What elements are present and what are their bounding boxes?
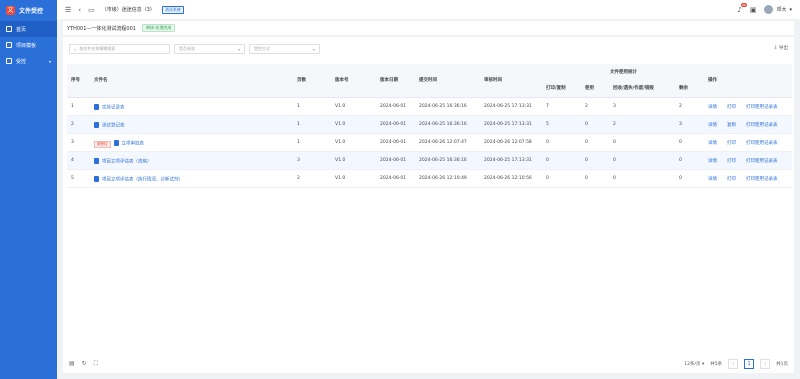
- notice-count: 99: [741, 2, 747, 7]
- detail-link[interactable]: 详情: [708, 158, 717, 164]
- status-badge: 审核-处理完成: [141, 24, 176, 32]
- sidebar-item-label: 项目模板: [16, 42, 37, 49]
- brand: 文 文件受控: [0, 0, 57, 21]
- col-seq: 序号: [71, 78, 80, 83]
- control-mode-select[interactable]: 受控方式 ▾: [249, 44, 320, 54]
- total-count: 共5条: [710, 362, 723, 367]
- file-table: 序号 文件名 页数 版本号 版本日期 提交时间 审核时间 文件使用统计 打印/复…: [67, 64, 792, 188]
- file-link[interactable]: 测试登记表: [94, 122, 125, 129]
- sidebar-item-label: 首页: [16, 26, 27, 33]
- col-review: 审核时间: [484, 78, 502, 83]
- document-icon: [113, 140, 119, 146]
- sidebar: 文 文件受控 首页 项目模板 受控 ▾: [0, 0, 57, 379]
- print-link[interactable]: 打印: [727, 104, 736, 110]
- col-print: 打印/复制: [546, 86, 566, 91]
- page-size-select[interactable]: 12条/页 ▾: [684, 361, 704, 367]
- table-footer: ▤ ↻ ⛶ 12条/页 ▾ 共5条 ‹ 1 › 共1页: [63, 355, 794, 373]
- menu-toggle-icon[interactable]: ☰: [65, 6, 71, 14]
- back-icon[interactable]: ‹: [78, 6, 81, 14]
- topbar: ☰ ‹ ▭ （市级）迷迷信息（3） 测试系统 ♪ 99 ▣ 邓大 ▾: [57, 0, 800, 19]
- user-name: 邓大: [776, 7, 787, 13]
- copy-link[interactable]: 复制: [727, 122, 736, 128]
- pagination: 12条/页 ▾ 共5条 ‹ 1 › 共1页: [684, 359, 788, 369]
- current-page-button[interactable]: 1: [744, 359, 755, 369]
- print-record-link[interactable]: 打印使用记录表: [746, 140, 778, 146]
- user-menu[interactable]: 邓大 ▾: [764, 5, 792, 14]
- col-date: 版本日期: [380, 78, 398, 83]
- print-record-link[interactable]: 打印使用记录表: [746, 176, 778, 182]
- sidebar-item-controlled[interactable]: 受控 ▾: [0, 53, 57, 69]
- print-record-link[interactable]: 打印使用记录表: [746, 104, 778, 110]
- sidebar-item-home[interactable]: 首页: [0, 21, 57, 37]
- file-link[interactable]: 实验记录表: [94, 104, 125, 111]
- app-logo: 文: [6, 6, 15, 15]
- home-icon: [6, 26, 12, 32]
- document-icon: [94, 176, 99, 182]
- col-submit: 提交时间: [419, 78, 437, 83]
- main-card: ⌕ 按文件名称模糊搜索 是否有效 ▾ 受控方式 ▾ ⇩ 导出 序号 文件名 页数 版本…: [63, 37, 794, 373]
- col-remain: 剩余: [679, 86, 688, 91]
- file-link[interactable]: 项目立项评估表（资格）: [94, 158, 152, 165]
- table-row: 4 项目立项评估表（资格） 3 V1.0 2024-06-01 2024-06-…: [67, 152, 792, 170]
- detail-link[interactable]: 详情: [708, 140, 717, 146]
- breadcrumb-text: YTH001—一体化测试流程001: [67, 25, 136, 32]
- env-badge: 测试系统: [161, 5, 184, 14]
- avatar: [764, 5, 774, 14]
- table-row: 1 实验记录表 1 V1.0 2024-06-01 2024-06-25 16:…: [67, 98, 792, 116]
- detail-link[interactable]: 详情: [708, 176, 717, 182]
- file-link[interactable]: 项目立项评估表（执行情况、诊断试剂）: [94, 176, 183, 183]
- lock-icon[interactable]: ▣: [750, 6, 757, 14]
- file-link[interactable]: 原受控 立项审批表: [94, 140, 144, 148]
- print-link[interactable]: 打印: [727, 140, 736, 146]
- topbar-title: （市级）迷迷信息（3）: [101, 7, 155, 13]
- table-settings-icon[interactable]: ▤: [69, 360, 75, 368]
- row-tag: 原受控: [94, 140, 111, 148]
- next-page-button[interactable]: ›: [760, 359, 771, 369]
- sidebar-item-templates[interactable]: 项目模板: [0, 37, 57, 53]
- print-link[interactable]: 打印: [727, 158, 736, 164]
- document-icon: [94, 104, 99, 110]
- chevron-down-icon: ▾: [789, 6, 792, 13]
- export-button[interactable]: ⇩ 导出: [774, 45, 788, 51]
- col-usage: 文件使用统计: [610, 70, 637, 75]
- document-icon: [94, 122, 99, 128]
- table-header: 序号 文件名 页数 版本号 版本日期 提交时间 审核时间 文件使用统计 打印/复…: [67, 64, 792, 98]
- chevron-down-icon: ▾: [312, 46, 315, 52]
- refresh-icon[interactable]: ↻: [82, 360, 87, 368]
- print-link[interactable]: 打印: [727, 176, 736, 182]
- col-pages: 页数: [297, 78, 306, 83]
- filter-bar: ⌕ 按文件名称模糊搜索 是否有效 ▾ 受控方式 ▾: [69, 44, 320, 54]
- col-use: 使用: [585, 86, 594, 91]
- chevron-down-icon: ▾: [48, 58, 51, 64]
- validity-select[interactable]: 是否有效 ▾: [174, 44, 245, 54]
- detail-link[interactable]: 详情: [708, 122, 717, 128]
- breadcrumb: YTH001—一体化测试流程001 审核-处理完成: [63, 21, 794, 35]
- template-icon: [6, 42, 12, 48]
- sidebar-item-label: 受控: [16, 58, 27, 65]
- table-row: 3 原受控 立项审批表 1 V1.0 2024-06-01 2024-06-26 …: [67, 134, 792, 152]
- col-recycle: 回收/遗失/作废/销毁: [613, 86, 654, 91]
- search-icon: ⌕: [74, 46, 77, 52]
- detail-link[interactable]: 详情: [708, 104, 717, 110]
- page-total: 共1页: [776, 362, 788, 367]
- app-name: 文件受控: [19, 8, 44, 15]
- col-version: 版本号: [335, 78, 349, 83]
- monitor-icon[interactable]: ▭: [88, 6, 95, 14]
- table-row: 5 项目立项评估表（执行情况、诊断试剂） 2 V1.0 2024-06-01 2…: [67, 170, 792, 188]
- export-icon: ⇩: [773, 46, 778, 51]
- document-icon: [94, 158, 99, 164]
- print-record-link[interactable]: 打印使用记录表: [746, 122, 778, 128]
- bell-icon[interactable]: ♪ 99: [737, 2, 747, 14]
- prev-page-button[interactable]: ‹: [728, 359, 739, 369]
- name-search-input[interactable]: ⌕ 按文件名称模糊搜索: [69, 44, 170, 54]
- col-name: 文件名: [94, 78, 108, 83]
- col-ops: 操作: [708, 78, 717, 83]
- print-record-link[interactable]: 打印使用记录表: [746, 158, 778, 164]
- fullscreen-icon[interactable]: ⛶: [94, 360, 98, 368]
- controlled-icon: [6, 58, 12, 64]
- table-row: 2 测试登记表 1 V1.0 2024-06-01 2024-06-25 16:…: [67, 116, 792, 134]
- chevron-down-icon: ▾: [237, 46, 240, 52]
